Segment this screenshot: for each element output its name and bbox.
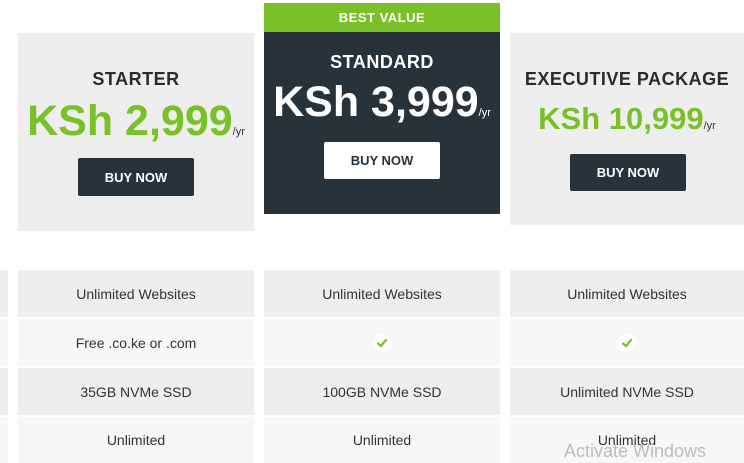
- price-amount: KSh 3,999: [273, 78, 479, 126]
- edge-cell: [0, 368, 8, 415]
- feature-cell: Unlimited Websites: [18, 270, 254, 317]
- plan-card-executive: EXECUTIVE PACKAGE KSh 10,999/yr BUY NOW: [510, 33, 744, 225]
- feature-cell: Unlimited: [264, 417, 500, 463]
- plan-card-standard: STANDARD KSh 3,999/yr BUY NOW: [264, 32, 500, 214]
- activate-windows-watermark: Activate Windows: [564, 441, 707, 461]
- buy-now-button[interactable]: BUY NOW: [78, 158, 194, 196]
- feature-cell: 100GB NVMe SSD: [264, 368, 500, 415]
- plan-card-starter: STARTER KSh 2,999/yr BUY NOW: [18, 33, 254, 231]
- feature-cell: Unlimited Websites: [510, 270, 744, 317]
- plan-name: STARTER: [92, 69, 180, 89]
- plan-price: KSh 3,999/yr: [264, 78, 500, 127]
- edge-cell: [0, 319, 8, 366]
- plan-price: KSh 10,999/yr: [510, 101, 744, 137]
- edge-cell: [0, 270, 8, 317]
- plan-name: STANDARD: [330, 52, 434, 72]
- feature-cell: Unlimited: [18, 417, 254, 463]
- price-period: /yr: [478, 107, 491, 119]
- price-amount: KSh 2,999: [27, 97, 233, 145]
- best-value-badge: BEST VALUE: [264, 3, 500, 32]
- price-period: /yr: [232, 126, 245, 138]
- feature-cell: 35GB NVMe SSD: [18, 368, 254, 415]
- buy-now-button[interactable]: BUY NOW: [570, 154, 686, 191]
- check-icon: [373, 333, 391, 352]
- feature-cell: Unlimited NVMe SSD: [510, 368, 744, 415]
- plan-price: KSh 2,999/yr: [18, 97, 254, 146]
- edge-cell: [0, 417, 8, 463]
- feature-cell: [264, 319, 500, 366]
- check-icon: [618, 333, 636, 352]
- price-period: /yr: [703, 120, 716, 132]
- plan-name: EXECUTIVE PACKAGE: [524, 69, 730, 89]
- buy-now-button[interactable]: BUY NOW: [324, 142, 440, 179]
- price-amount: KSh 10,999: [538, 101, 704, 136]
- feature-cell: [510, 319, 744, 366]
- feature-cell: Free .co.ke or .com: [18, 319, 254, 366]
- feature-cell: Unlimited Websites: [264, 270, 500, 317]
